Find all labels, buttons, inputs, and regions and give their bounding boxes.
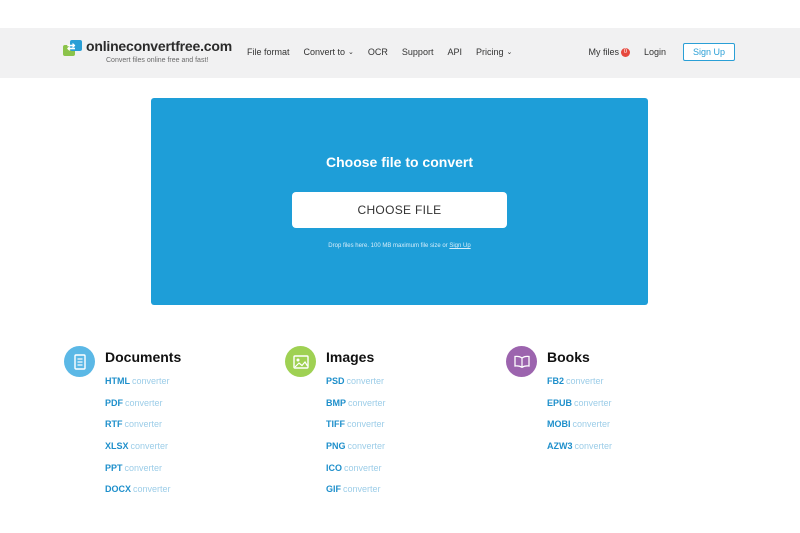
format-name: AZW3 [547, 441, 573, 452]
drop-note-signup-link[interactable]: Sign Up [449, 243, 470, 249]
signup-button[interactable]: Sign Up [683, 43, 735, 61]
converter-link-fb2[interactable]: FB2 converter [547, 371, 612, 393]
my-files-link[interactable]: My files 0 [588, 47, 630, 57]
format-name: MOBI [547, 419, 571, 430]
category-documents: Documents HTML converter PDF converter RTF… [64, 346, 181, 501]
format-name: GIF [326, 484, 341, 495]
converter-link-docx[interactable]: DOCX converter [105, 479, 181, 501]
image-icon [285, 346, 316, 377]
main-nav: File format Convert to ⌄ OCR Support API … [247, 47, 526, 57]
format-name: PDF [105, 397, 123, 408]
my-files-label: My files [588, 47, 619, 57]
site-header: ⇄ onlineconvertfree.com Convert files on… [0, 28, 800, 78]
upload-dropzone[interactable]: Choose file to convert CHOOSE FILE Drop … [151, 98, 648, 305]
converter-suffix: converter [348, 397, 386, 408]
nav-ocr[interactable]: OCR [368, 47, 388, 57]
converter-link-mobi[interactable]: MOBI converter [547, 414, 612, 436]
converter-suffix: converter [344, 462, 382, 473]
category-title: Books [547, 348, 590, 365]
converter-link-xlsx[interactable]: XLSX converter [105, 436, 181, 458]
converter-suffix: converter [346, 376, 385, 386]
site-name: onlineconvertfree.com [86, 38, 232, 54]
login-link[interactable]: Login [644, 47, 666, 57]
format-name: PPT [105, 462, 123, 473]
nav-label: File format [247, 47, 290, 57]
top-spacer [0, 0, 800, 28]
nav-label: API [447, 47, 462, 57]
converter-suffix: converter [343, 484, 381, 495]
converter-link-ico[interactable]: ICO converter [326, 458, 386, 480]
converter-link-rtf[interactable]: RTF converter [105, 414, 181, 436]
format-name: TIFF [326, 419, 345, 430]
drop-note-text: Drop files here. 100 MB maximum file siz… [328, 243, 448, 249]
format-name: PNG [326, 441, 346, 452]
converter-link-gif[interactable]: GIF converter [326, 479, 386, 501]
converter-link-png[interactable]: PNG converter [326, 436, 386, 458]
converter-suffix: converter [130, 441, 169, 452]
nav-api[interactable]: API [447, 47, 462, 57]
format-name: FB2 [547, 376, 565, 386]
format-name: XLSX [105, 441, 129, 452]
format-name: ICO [326, 462, 343, 473]
converter-link-tiff[interactable]: TIFF converter [326, 414, 386, 436]
category-books: Books FB2 converter EPUB converter MOBI con… [506, 346, 612, 458]
nav-pricing[interactable]: Pricing ⌄ [476, 47, 512, 57]
format-name: BMP [326, 397, 346, 408]
converter-suffix: converter [125, 397, 163, 408]
format-name: EPUB [547, 397, 573, 408]
site-logo[interactable]: ⇄ onlineconvertfree.com Convert files on… [63, 39, 232, 66]
chevron-down-icon: ⌄ [348, 49, 354, 56]
format-name: RTF [105, 419, 123, 430]
converter-suffix: converter [124, 419, 163, 430]
converter-link-epub[interactable]: EPUB converter [547, 393, 612, 415]
document-icon [64, 346, 95, 377]
nav-file-format[interactable]: File format [247, 47, 290, 57]
category-images: Images PSD converter BMP converter TIFF con… [285, 346, 386, 501]
converter-link-psd[interactable]: PSD converter [326, 371, 386, 393]
format-name: HTML [105, 376, 130, 386]
chevron-down-icon: ⌄ [506, 49, 513, 56]
nav-support[interactable]: Support [402, 47, 434, 57]
nav-label: Pricing [475, 47, 504, 57]
converter-suffix: converter [572, 419, 611, 430]
format-name: PSD [326, 376, 345, 386]
converter-suffix: converter [124, 462, 163, 473]
converter-suffix: converter [574, 397, 612, 408]
nav-label: Support [401, 47, 434, 57]
converter-link-azw3[interactable]: AZW3 converter [547, 436, 612, 458]
converter-suffix: converter [347, 419, 385, 430]
nav-label: Convert to [303, 47, 346, 57]
converter-suffix: converter [566, 376, 604, 386]
my-files-count-badge: 0 [620, 47, 630, 57]
nav-convert-to[interactable]: Convert to ⌄ [304, 47, 354, 57]
converter-suffix: converter [133, 484, 171, 495]
converter-link-pdf[interactable]: PDF converter [105, 393, 181, 415]
upload-title: Choose file to convert [325, 154, 474, 170]
category-title: Documents [105, 348, 182, 365]
logo-icon: ⇄ [63, 40, 83, 58]
converter-suffix: converter [132, 376, 170, 386]
site-tagline: Convert files online free and fast! [106, 57, 209, 64]
converter-link-html[interactable]: HTML converter [105, 371, 181, 393]
format-name: DOCX [105, 484, 132, 495]
converter-link-bmp[interactable]: BMP converter [326, 393, 386, 415]
converter-suffix: converter [347, 441, 386, 452]
drop-note: Drop files here. 100 MB maximum file siz… [151, 243, 648, 249]
category-title: Images [326, 348, 375, 365]
nav-label: OCR [367, 47, 388, 57]
converter-link-ppt[interactable]: PPT converter [105, 458, 181, 480]
book-icon [506, 346, 537, 377]
converter-suffix: converter [574, 441, 613, 452]
choose-file-button[interactable]: CHOOSE FILE [292, 192, 507, 228]
account-nav: My files 0 Login Sign Up [588, 43, 735, 61]
